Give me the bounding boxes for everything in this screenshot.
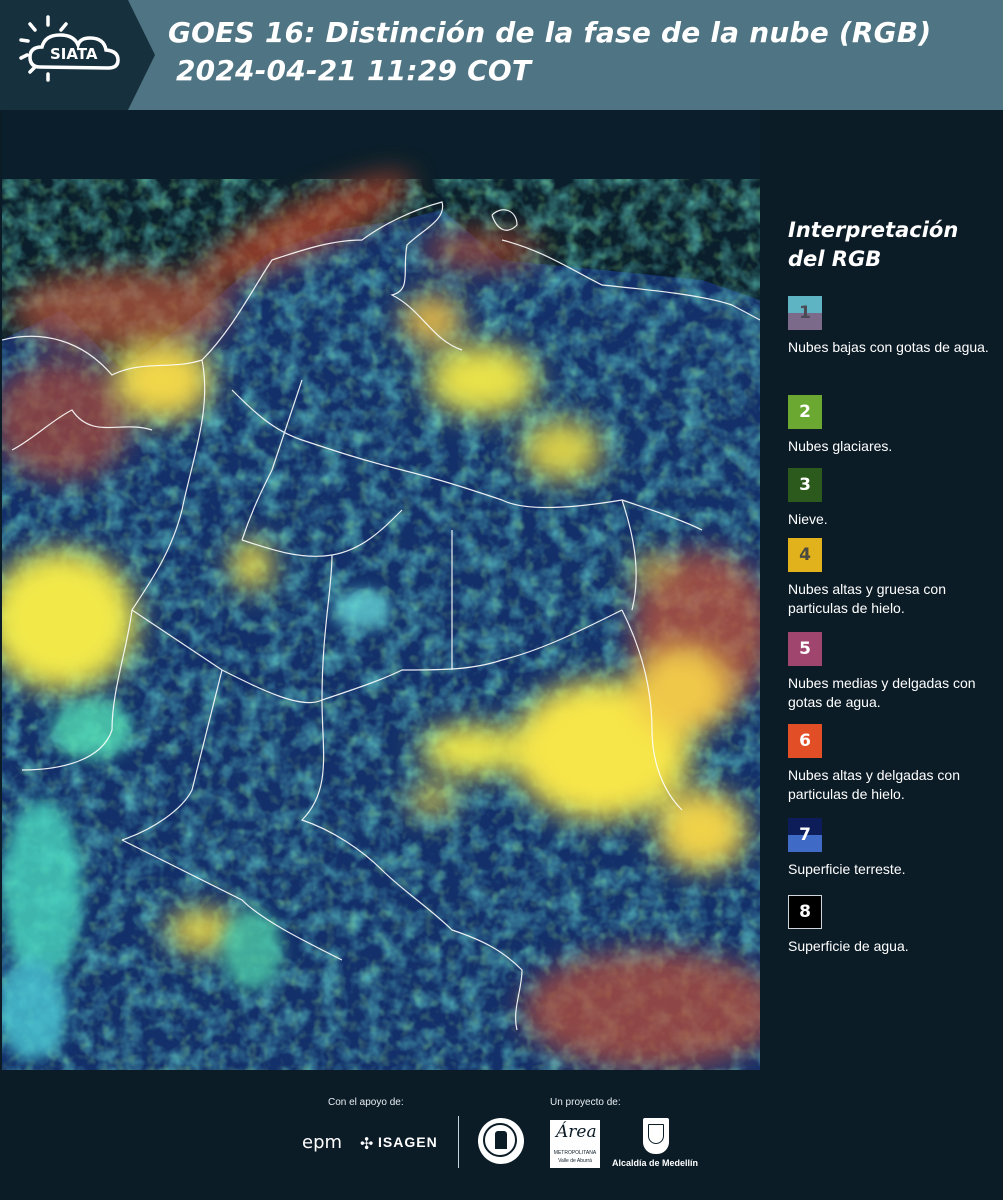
legend-item-5: 5 Nubes medias y delgadas con gotas de a… (788, 632, 1003, 712)
title-line-2: 2024-04-21 11:29 COT (176, 54, 532, 87)
legend-number-7: 7 (799, 825, 811, 845)
legend-number-8: 8 (799, 902, 811, 922)
legend-item-8: 8 Superficie de agua. (788, 895, 1003, 956)
logo-text: SIATA (50, 45, 98, 63)
isagen-text: ISAGEN (378, 1134, 438, 1150)
legend-title: Interpretación del RGB (788, 218, 959, 271)
alcaldia-label: Alcaldía de Medellín (612, 1158, 699, 1168)
legend-label-3: Nieve. (788, 511, 828, 527)
project-label: Un proyecto de: (550, 1097, 621, 1108)
seal-icon[interactable] (478, 1118, 524, 1164)
legend-number-6: 6 (799, 731, 811, 751)
legend-item-2: 2 Nubes glaciares. (788, 395, 1003, 456)
header-bar: SIATA GOES 16: Distinción de la fase de … (0, 0, 1003, 110)
legend-item-1: 1 Nubes bajas con gotas de agua. (788, 296, 1003, 357)
legend-label-5: Nubes medias y delgadas con gotas de agu… (788, 675, 976, 710)
area-metropolitana-logo[interactable]: Área METROPOLITANA Valle de Aburrá (550, 1120, 600, 1168)
legend-number-4: 4 (799, 545, 811, 565)
legend-label-8: Superficie de agua. (788, 938, 909, 954)
legend-swatch-1: 1 (788, 296, 822, 330)
legend-label-4: Nubes altas y gruesa con particulas de h… (788, 581, 946, 616)
title-line-1: GOES 16: Distinción de la fase de la nub… (168, 16, 932, 49)
legend-number-5: 5 (799, 639, 811, 659)
legend-swatch-4: 4 (788, 538, 822, 572)
alcaldia-shield-icon[interactable] (643, 1118, 669, 1154)
footer: Con el apoyo de: Un proyecto de: epm ✣ I… (0, 1070, 1003, 1200)
footer-divider (458, 1116, 459, 1168)
support-label: Con el apoyo de: (328, 1097, 404, 1108)
area-logo-sub1: METROPOLITANA (553, 1150, 597, 1156)
epm-logo[interactable]: epm (302, 1132, 342, 1153)
legend-swatch-3: 3 (788, 468, 822, 502)
legend-swatch-5: 5 (788, 632, 822, 666)
legend-label-6: Nubes altas y delgadas con particulas de… (788, 767, 960, 802)
legend-label-7: Superficie terreste. (788, 861, 906, 877)
legend-swatch-8: 8 (788, 895, 822, 929)
legend-swatch-7: 7 (788, 818, 822, 852)
siata-logo[interactable]: SIATA (0, 0, 155, 110)
area-logo-sub2: Valle de Aburrá (558, 1158, 592, 1164)
legend-label-2: Nubes glaciares. (788, 438, 893, 454)
isagen-mark-icon: ✣ (360, 1134, 374, 1153)
legend-number-2: 2 (799, 402, 811, 422)
legend-item-7: 7 Superficie terreste. (788, 818, 1003, 879)
page-title: GOES 16: Distinción de la fase de la nub… (168, 14, 931, 90)
legend-label-1: Nubes bajas con gotas de agua. (788, 339, 989, 355)
legend-item-4: 4 Nubes altas y gruesa con particulas de… (788, 538, 1003, 618)
legend-item-3: 3 Nieve. (788, 468, 1003, 529)
legend-swatch-2: 2 (788, 395, 822, 429)
area-logo-text: Área (556, 1122, 597, 1142)
satellite-rgb-image[interactable] (2, 110, 760, 1070)
legend-item-6: 6 Nubes altas y delgadas con particulas … (788, 724, 1003, 804)
legend-swatch-6: 6 (788, 724, 822, 758)
legend-number-1: 1 (799, 303, 811, 323)
legend-number-3: 3 (799, 475, 811, 495)
legend-panel: Interpretación del RGB 1 Nubes bajas con… (760, 110, 1003, 1070)
